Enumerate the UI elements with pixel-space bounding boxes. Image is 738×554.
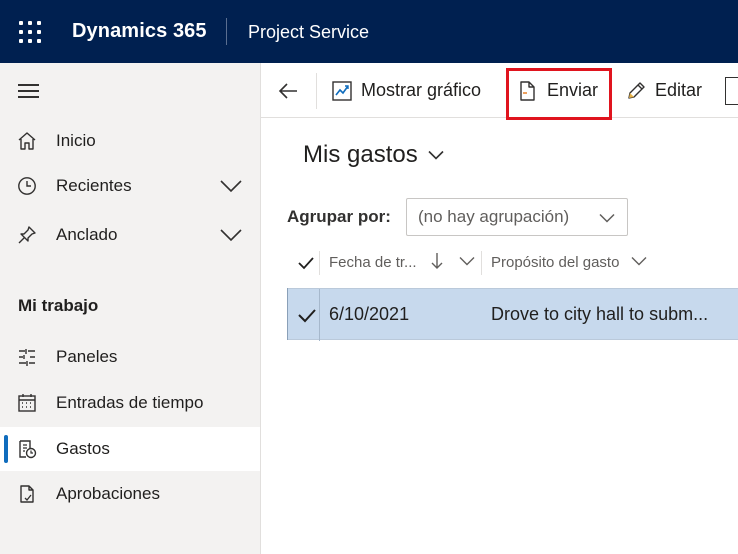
top-bar: Dynamics 365 Project Service bbox=[0, 0, 738, 63]
sidebar-item-label: Gastos bbox=[56, 439, 110, 458]
select-all-checkmark-icon[interactable] bbox=[297, 254, 315, 272]
sidebar-item-gastos[interactable]: Gastos bbox=[0, 427, 260, 471]
sidebar-item-label: Aprobaciones bbox=[56, 484, 160, 503]
sidebar-item-label: Inicio bbox=[56, 131, 96, 150]
group-by-value: (no hay agrupación) bbox=[418, 207, 570, 226]
clock-icon bbox=[16, 175, 38, 197]
sidebar: Inicio Recientes Anclado Mi trabajo Pane… bbox=[0, 63, 261, 554]
cell-purpose[interactable]: Drove to city hall to subm... bbox=[491, 304, 708, 325]
chevron-down-icon bbox=[428, 150, 444, 160]
column-divider bbox=[481, 251, 482, 275]
edit-label: Editar bbox=[655, 80, 703, 100]
command-bar: Mostrar gráfico Enviar Editar bbox=[261, 63, 738, 120]
chevron-down-icon[interactable] bbox=[631, 256, 647, 266]
show-chart-label: Mostrar gráfico bbox=[361, 80, 482, 100]
table-row[interactable]: 6/10/2021 Drove to city hall to subm... bbox=[287, 288, 738, 341]
pin-icon bbox=[16, 224, 38, 246]
sidebar-item-label: Entradas de tiempo bbox=[56, 393, 204, 412]
module-title[interactable]: Project Service bbox=[248, 22, 369, 43]
app-title[interactable]: Dynamics 365 bbox=[72, 20, 207, 43]
view-title: Mis gastos bbox=[303, 141, 418, 168]
chevron-down-icon bbox=[599, 213, 615, 223]
chevron-down-icon[interactable] bbox=[219, 179, 243, 193]
pencil-icon bbox=[625, 80, 647, 102]
edit-button[interactable]: Editar bbox=[625, 63, 702, 118]
grid-header: Fecha de tr... Propósito del gasto bbox=[287, 243, 738, 283]
group-by-select[interactable]: (no hay agrupación) bbox=[406, 198, 628, 236]
row-checkmark-icon[interactable] bbox=[297, 305, 317, 325]
sidebar-item-entradas-de-tiempo[interactable]: Entradas de tiempo bbox=[0, 381, 260, 425]
view-selector[interactable]: Mis gastos bbox=[303, 141, 444, 169]
home-icon bbox=[16, 130, 38, 152]
sidebar-item-label: Recientes bbox=[56, 176, 132, 195]
show-chart-button[interactable]: Mostrar gráfico bbox=[331, 63, 481, 118]
chevron-down-icon[interactable] bbox=[459, 256, 475, 266]
column-header-date[interactable]: Fecha de tr... bbox=[329, 254, 417, 271]
sidebar-item-label: Paneles bbox=[56, 347, 118, 366]
approval-document-icon bbox=[16, 483, 38, 505]
chevron-down-icon[interactable] bbox=[219, 228, 243, 242]
app-launcher-icon[interactable] bbox=[19, 21, 41, 43]
column-header-purpose[interactable]: Propósito del gasto bbox=[491, 254, 619, 271]
column-divider bbox=[319, 251, 320, 275]
command-divider bbox=[316, 73, 317, 109]
sidebar-item-anclado[interactable]: Anclado bbox=[0, 213, 260, 257]
highlight-box bbox=[506, 68, 612, 120]
overflow-icon[interactable] bbox=[725, 77, 738, 105]
dashboard-icon bbox=[16, 346, 38, 368]
header-divider bbox=[226, 18, 227, 45]
group-by-label: Agrupar por: bbox=[287, 207, 391, 226]
sidebar-item-aprobaciones[interactable]: Aprobaciones bbox=[0, 472, 260, 516]
sidebar-item-label: Anclado bbox=[56, 225, 118, 244]
column-divider bbox=[319, 289, 320, 341]
hamburger-menu-icon[interactable] bbox=[18, 84, 39, 98]
sidebar-item-paneles[interactable]: Paneles bbox=[0, 335, 260, 379]
calendar-icon bbox=[16, 392, 38, 414]
arrow-left-icon bbox=[278, 83, 297, 99]
cell-date[interactable]: 6/10/2021 bbox=[329, 304, 409, 325]
section-title-mi-trabajo: Mi trabajo bbox=[18, 296, 99, 315]
expense-icon bbox=[16, 438, 38, 460]
row-border bbox=[287, 288, 288, 340]
chart-icon bbox=[331, 80, 353, 102]
back-button[interactable] bbox=[275, 77, 303, 105]
sidebar-item-recientes[interactable]: Recientes bbox=[0, 164, 260, 208]
sort-descending-icon[interactable] bbox=[430, 251, 444, 271]
sidebar-item-inicio[interactable]: Inicio bbox=[0, 119, 260, 163]
